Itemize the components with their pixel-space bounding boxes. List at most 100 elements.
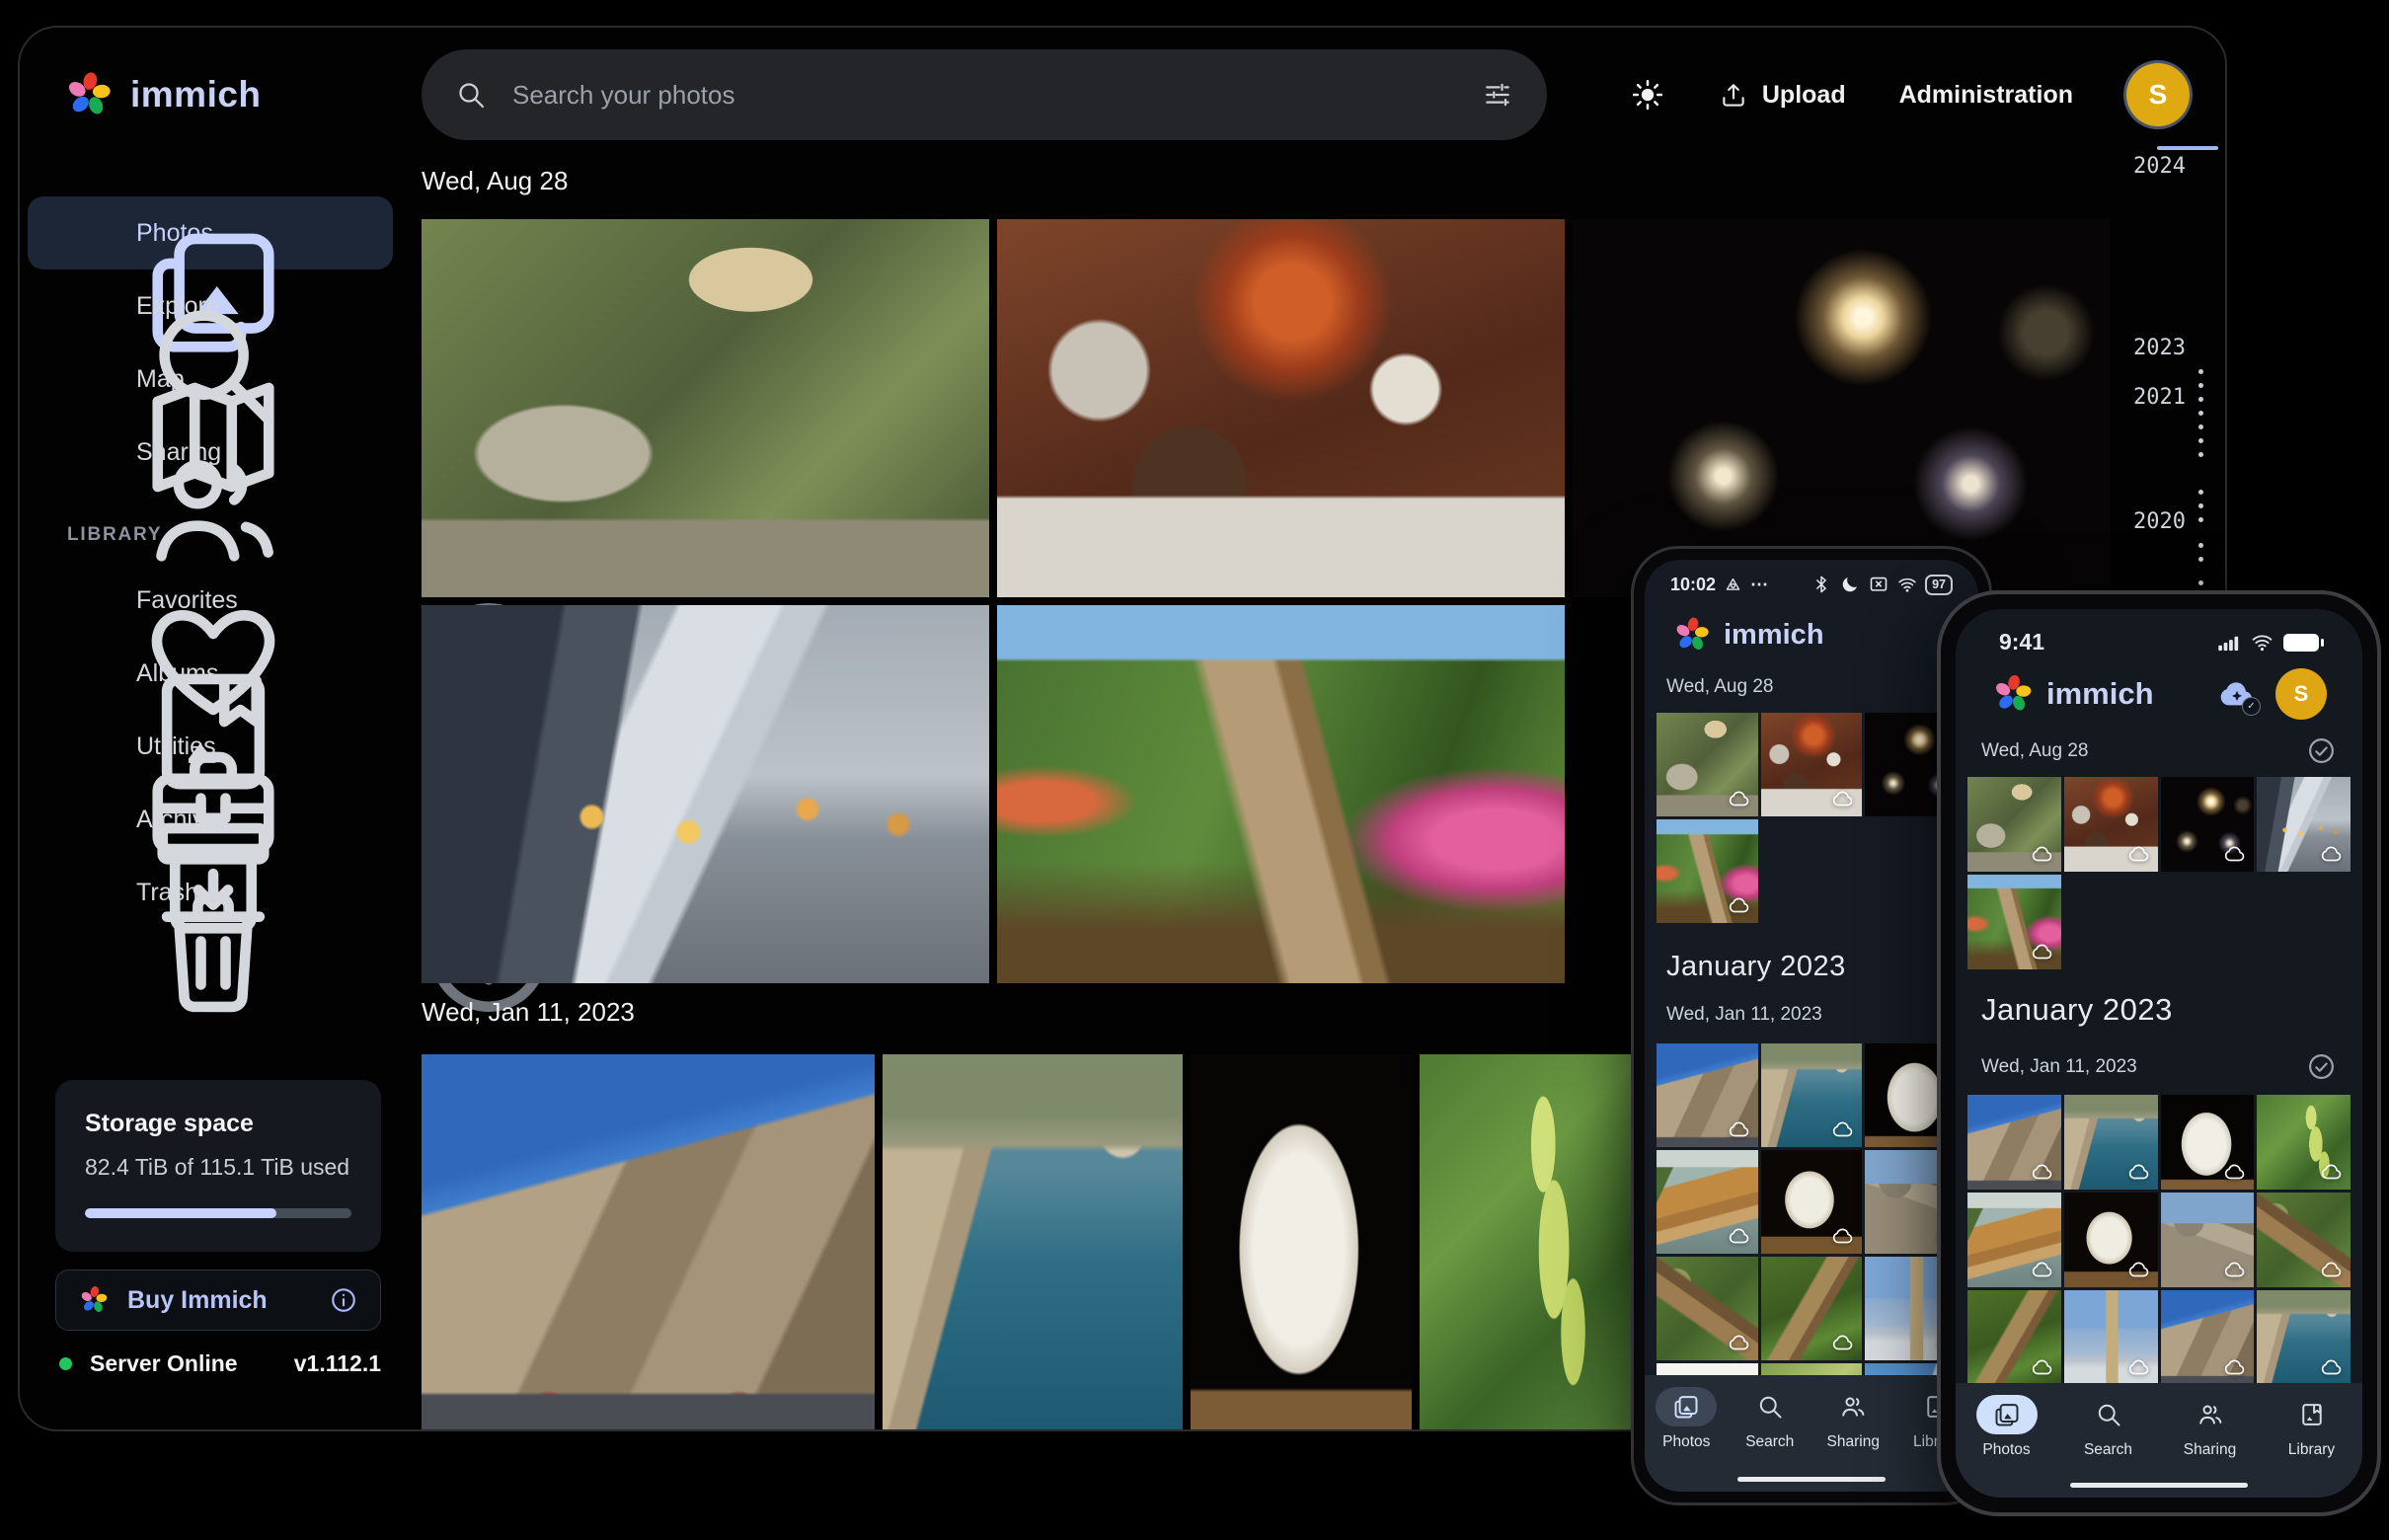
photo-coast[interactable] [1761,1043,1863,1147]
photos-icon [1976,1395,2038,1434]
photo-row [422,219,2111,597]
nav-item-sharing[interactable]: Sharing [1811,1387,1895,1451]
photo-cliff[interactable] [1657,1150,1758,1254]
sidebar: PhotosExploreMapSharingLIBRARYFavoritesA… [20,196,407,929]
bottom-navigation: PhotosSearchSharingLibrary [1645,1375,1978,1492]
storage-title: Storage space [85,1110,351,1138]
photo-berries[interactable] [2257,1095,2350,1190]
photo-berries[interactable] [1420,1054,1633,1429]
server-online-dot [59,1357,72,1370]
scrubber-year-2021[interactable]: 2021 [2133,385,2186,410]
scrubber-current-position[interactable] [2157,146,2218,150]
photo-castle[interactable] [2161,1290,2255,1385]
date-group-header: Wed, Jan 11, 2023 [422,997,635,1028]
nav-item-sharing[interactable]: Sharing [2168,1395,2253,1459]
status-bar: 9:41 [1956,629,2362,655]
theme-toggle-sun-icon[interactable] [1630,77,1665,113]
home-indicator[interactable] [1737,1477,1886,1482]
select-all-check-icon[interactable] [2306,735,2337,766]
photo-sculpt2[interactable] [1761,1150,1863,1254]
date-label: Wed, Aug 28 [1666,676,1773,698]
phone-iphone-screen: 9:41 immich ✓ S Wed, Aug 28 January 20 [1956,609,2362,1498]
date-label: Wed, Aug 28 [1981,740,2088,762]
cloud-sync-icon [2031,842,2054,866]
photo-row [422,1054,1633,1429]
info-icon[interactable] [329,1285,358,1315]
app-logo: immich [63,69,262,120]
photo-grid [1956,1095,2362,1399]
search-bar[interactable] [422,49,1547,140]
photo-dinner[interactable] [997,219,1565,597]
wifi-icon [1896,574,1918,595]
nav-item-search[interactable]: Search [2066,1395,2151,1459]
photo-fireworks[interactable] [2161,777,2255,872]
nav-item-photos[interactable]: Photos [1645,1387,1729,1451]
nav-item-library[interactable]: Library [2270,1395,2354,1459]
sidebar-item-label: Map [136,365,185,394]
photo-castle[interactable] [1967,1095,2061,1190]
nav-item-search[interactable]: Search [1729,1387,1812,1451]
photo-coast[interactable] [2064,1095,2158,1190]
info-icon[interactable] [341,660,367,687]
app-header: immich [1645,609,1978,660]
info-icon[interactable] [341,439,367,466]
photo-park[interactable] [1657,819,1758,923]
photo-zoo[interactable] [422,219,989,597]
photo-castle[interactable] [422,1054,875,1429]
photo-lizard2[interactable] [1967,1290,2061,1385]
scrubber-year-2024[interactable]: 2024 [2133,154,2186,179]
administration-link[interactable]: Administration [1899,81,2073,110]
info-icon[interactable] [341,587,367,614]
search-icon [1739,1387,1801,1426]
utilities-icon [65,731,97,762]
photo-park[interactable] [997,605,1565,983]
sidebar-item-photos[interactable]: Photos [28,196,393,270]
sidebar-item-label: Photos [136,219,213,248]
scrubber-year-2020[interactable]: 2020 [2133,509,2186,534]
date-label: Wed, Jan 11, 2023 [1666,1004,1822,1026]
buy-immich-button[interactable]: Buy Immich [55,1270,381,1331]
buy-immich-label: Buy Immich [127,1286,268,1315]
home-indicator[interactable] [2070,1483,2248,1488]
photo-wall[interactable] [2161,1193,2255,1287]
info-icon[interactable] [341,807,367,833]
photo-lizard1[interactable] [1657,1257,1758,1360]
immich-logo-icon [78,1284,110,1316]
search-filter-icon[interactable] [1482,79,1513,111]
search-input[interactable] [510,79,1458,112]
photo-hands[interactable] [2257,777,2350,872]
photo-zoo[interactable] [1967,777,2061,872]
photo-sculpt2[interactable] [2064,1193,2158,1287]
photo-dinner[interactable] [1761,713,1863,816]
photo-bust[interactable] [1191,1054,1412,1429]
photo-coast[interactable] [2257,1290,2350,1385]
photo-coast[interactable] [883,1054,1183,1429]
cloud-sync-icon [1728,1117,1751,1141]
photo-zoo[interactable] [1657,713,1758,816]
notification-dots-icon: ⋯ [1750,575,1770,595]
search-icon [2078,1395,2139,1434]
photo-park[interactable] [1967,875,2061,969]
photo-fireworks[interactable] [1573,219,2111,597]
photo-bust[interactable] [2161,1095,2255,1190]
user-avatar[interactable]: S [2275,668,2327,720]
photo-church[interactable] [2064,1290,2158,1385]
photo-hands[interactable] [422,605,989,983]
photo-cliff[interactable] [1967,1193,2061,1287]
select-all-check-icon[interactable] [2306,1051,2337,1082]
info-icon[interactable] [341,880,367,906]
nav-item-photos[interactable]: Photos [1965,1395,2049,1459]
upload-icon [1719,80,1748,110]
info-icon[interactable] [341,220,367,247]
photo-castle[interactable] [1657,1043,1758,1147]
storage-progress-bar [85,1208,351,1218]
photo-lizard1[interactable] [2257,1193,2350,1287]
scrubber-year-2023[interactable]: 2023 [2133,336,2186,360]
battery-icon: 97 [1925,575,1953,595]
backup-cloud-icon[interactable]: ✓ [2216,673,2258,715]
upload-button[interactable]: Upload [1719,80,1846,110]
cloud-sync-icon [2031,1258,2054,1281]
nav-item-label: Sharing [2184,1441,2236,1459]
photo-lizard2[interactable] [1761,1257,1863,1360]
photo-dinner[interactable] [2064,777,2158,872]
